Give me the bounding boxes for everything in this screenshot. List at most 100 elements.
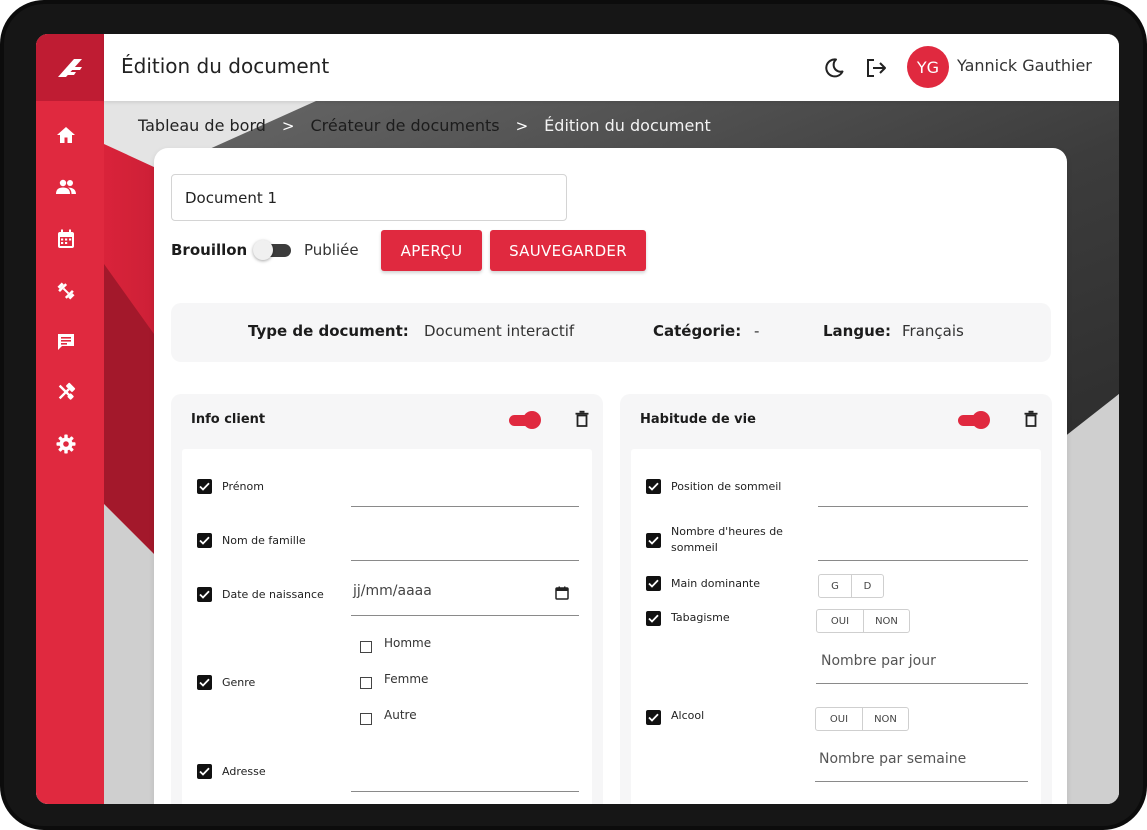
check-icon bbox=[199, 482, 210, 491]
smoking-option-no[interactable]: NON bbox=[863, 610, 909, 632]
sidebar-item-messages[interactable] bbox=[54, 330, 78, 354]
alcohol-option-no[interactable]: NON bbox=[862, 708, 908, 730]
save-button[interactable]: SAUVEGARDER bbox=[490, 230, 646, 271]
dark-mode-toggle[interactable] bbox=[822, 56, 846, 80]
category-label: Catégorie: bbox=[653, 322, 742, 340]
field-smoking-label: Tabagisme bbox=[671, 611, 730, 624]
dumbbell-icon bbox=[57, 282, 75, 300]
section-client-delete[interactable] bbox=[574, 410, 590, 428]
calendar-icon bbox=[555, 586, 569, 600]
checkbox-alcohol[interactable] bbox=[646, 710, 661, 725]
section-lifestyle-delete[interactable] bbox=[1023, 410, 1039, 428]
check-icon bbox=[648, 536, 659, 545]
checkbox-address[interactable] bbox=[197, 764, 212, 779]
logout-icon bbox=[867, 59, 886, 77]
hand-option-right[interactable]: D bbox=[851, 575, 883, 597]
field-gender-label: Genre bbox=[222, 676, 256, 689]
publish-toggle[interactable] bbox=[253, 240, 293, 260]
breadcrumb-separator: > bbox=[515, 116, 529, 135]
breadcrumb-dashboard[interactable]: Tableau de bord bbox=[138, 116, 266, 135]
field-address-input[interactable] bbox=[351, 791, 579, 792]
tools-icon bbox=[58, 382, 76, 400]
section-client-body: Prénom Nom de famille Date de naissance … bbox=[182, 449, 592, 804]
device-bezel: Édition du document YG Yannick Gauthier … bbox=[4, 4, 1143, 826]
breadcrumb: Tableau de bord > Créateur de documents … bbox=[138, 116, 711, 135]
breadcrumb-current: Édition du document bbox=[544, 116, 711, 135]
smoking-option-yes[interactable]: OUI bbox=[817, 610, 863, 632]
home-icon bbox=[57, 127, 75, 143]
alcohol-per-week-input[interactable]: Nombre par semaine bbox=[819, 751, 966, 767]
smoking-selector: OUI NON bbox=[816, 609, 910, 633]
gender-option-other-checkbox[interactable] bbox=[360, 713, 372, 725]
sidebar-item-calendar[interactable] bbox=[54, 227, 78, 251]
field-sleep-position-label: Position de sommeil bbox=[671, 480, 782, 493]
birth-date-placeholder[interactable]: jj/mm/aaaa bbox=[353, 583, 432, 599]
check-icon bbox=[648, 713, 659, 722]
checkbox-birth-date[interactable] bbox=[197, 587, 212, 602]
dominant-hand-selector: G D bbox=[818, 574, 884, 598]
date-picker-button[interactable] bbox=[555, 585, 569, 600]
checkbox-sleep-position[interactable] bbox=[646, 479, 661, 494]
gender-option-female: Femme bbox=[384, 672, 429, 686]
status-draft-label: Brouillon bbox=[171, 241, 248, 259]
toggle-knob bbox=[972, 411, 990, 429]
gender-option-other: Autre bbox=[384, 708, 417, 722]
field-address-label: Adresse bbox=[222, 765, 266, 778]
field-sleep-hours-input[interactable] bbox=[818, 560, 1028, 561]
logout-button[interactable] bbox=[864, 56, 888, 80]
gender-option-female-checkbox[interactable] bbox=[360, 677, 372, 689]
alcohol-selector: OUI NON bbox=[815, 707, 909, 731]
hand-option-left[interactable]: G bbox=[819, 575, 851, 597]
moon-icon bbox=[825, 58, 844, 78]
field-sleep-position-input[interactable] bbox=[818, 506, 1028, 507]
alcohol-option-yes[interactable]: OUI bbox=[816, 708, 862, 730]
field-birth-date-input bbox=[351, 615, 579, 616]
top-header: Édition du document YG Yannick Gauthier bbox=[104, 34, 1119, 101]
check-icon bbox=[648, 614, 659, 623]
checkbox-last-name[interactable] bbox=[197, 533, 212, 548]
sidebar-item-tools[interactable] bbox=[54, 380, 78, 404]
check-icon bbox=[199, 767, 210, 776]
device-frame: Édition du document YG Yannick Gauthier … bbox=[0, 0, 1147, 830]
sidebar-item-training[interactable] bbox=[54, 279, 78, 303]
document-name-input[interactable] bbox=[171, 174, 567, 221]
section-lifestyle-title: Habitude de vie bbox=[640, 412, 756, 427]
section-client-toggle[interactable] bbox=[509, 411, 541, 429]
trash-icon bbox=[1024, 410, 1038, 427]
field-birth-date-label: Date de naissance bbox=[222, 588, 324, 601]
field-first-name-input[interactable] bbox=[351, 506, 579, 507]
sidebar-item-settings[interactable] bbox=[54, 432, 78, 456]
section-lifestyle-body: Position de sommeil Nombre d'heures de s… bbox=[631, 449, 1041, 804]
preview-button[interactable]: APERÇU bbox=[381, 230, 482, 271]
sidebar bbox=[36, 34, 104, 804]
field-last-name-input[interactable] bbox=[351, 560, 579, 561]
sidebar-item-home[interactable] bbox=[54, 123, 78, 147]
section-lifestyle-toggle[interactable] bbox=[958, 411, 990, 429]
checkbox-gender[interactable] bbox=[197, 675, 212, 690]
checkbox-dominant-hand[interactable] bbox=[646, 576, 661, 591]
calendar-icon bbox=[58, 229, 74, 248]
sidebar-item-clients[interactable] bbox=[54, 175, 78, 199]
smoking-per-day-input[interactable]: Nombre par jour bbox=[821, 653, 936, 669]
breadcrumb-document-creator[interactable]: Créateur de documents bbox=[310, 116, 499, 135]
document-type-value: Document interactif bbox=[424, 322, 575, 340]
language-value: Français bbox=[902, 322, 964, 340]
checkbox-first-name[interactable] bbox=[197, 479, 212, 494]
checkbox-sleep-hours[interactable] bbox=[646, 533, 661, 548]
field-sleep-hours-label-line1: Nombre d'heures de bbox=[671, 525, 783, 538]
document-info-band: Type de document: Document interactif Ca… bbox=[171, 303, 1051, 362]
field-last-name-label: Nom de famille bbox=[222, 534, 306, 547]
avatar[interactable]: YG bbox=[907, 46, 949, 88]
category-value: - bbox=[754, 322, 760, 340]
field-sleep-hours-label-line2: sommeil bbox=[671, 541, 718, 554]
check-icon bbox=[648, 482, 659, 491]
gender-option-male-checkbox[interactable] bbox=[360, 641, 372, 653]
app-logo[interactable] bbox=[36, 34, 104, 101]
checkbox-smoking[interactable] bbox=[646, 611, 661, 626]
check-icon bbox=[199, 590, 210, 599]
user-name[interactable]: Yannick Gauthier bbox=[957, 56, 1092, 75]
field-alcohol-label: Alcool bbox=[671, 709, 705, 722]
section-client-info: Info client Prénom Nom de famille Date d… bbox=[171, 394, 603, 804]
section-client-title: Info client bbox=[191, 412, 266, 427]
trash-icon bbox=[575, 410, 589, 427]
